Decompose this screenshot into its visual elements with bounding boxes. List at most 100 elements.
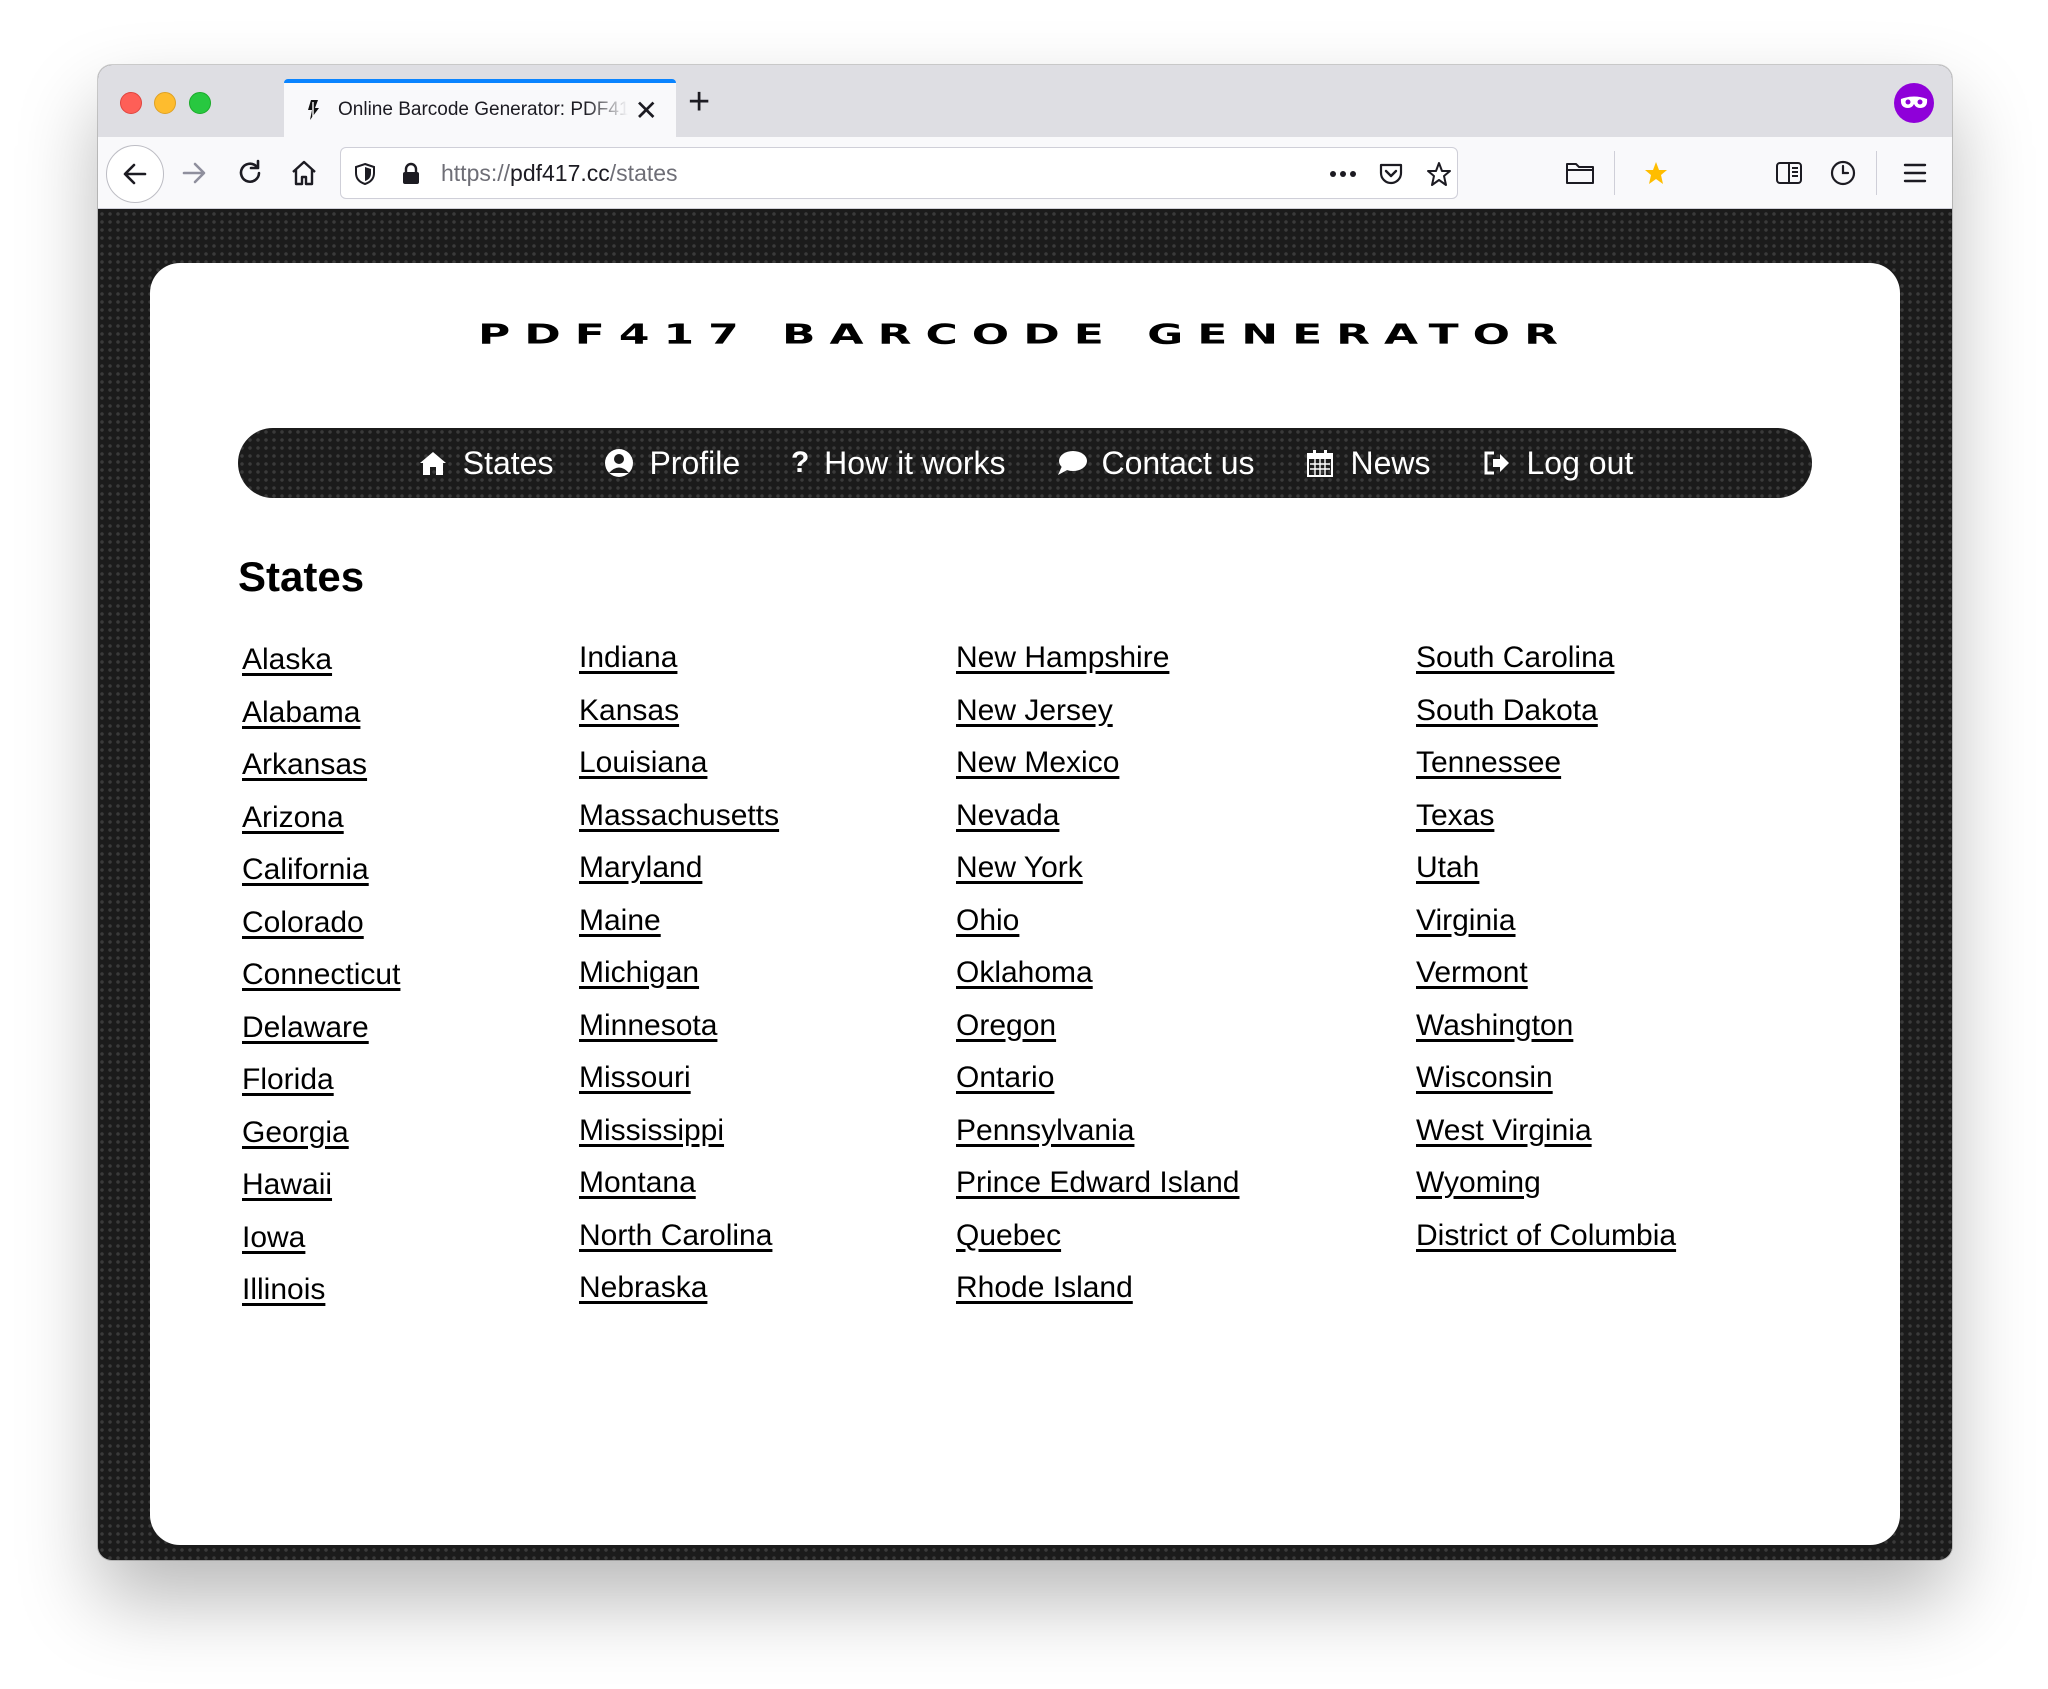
state-link[interactable]: Indiana bbox=[579, 641, 779, 694]
state-link[interactable]: Arizona bbox=[242, 801, 400, 854]
states-column-4: South Carolina South Dakota Tennessee Texas… bbox=[1416, 641, 1676, 1271]
state-link[interactable]: Wisconsin bbox=[1416, 1061, 1676, 1114]
state-link[interactable]: Prince Edward Island bbox=[956, 1166, 1239, 1219]
private-browsing-mask-icon[interactable] bbox=[1894, 83, 1934, 123]
state-link[interactable]: Maine bbox=[579, 904, 779, 957]
hamburger-menu-icon[interactable] bbox=[1893, 151, 1937, 195]
close-window-button[interactable] bbox=[120, 92, 142, 114]
state-link[interactable]: Missouri bbox=[579, 1061, 779, 1114]
browser-window: Online Barcode Generator: PDF417 ✕ + htt… bbox=[98, 65, 1952, 1560]
state-link[interactable]: South Dakota bbox=[1416, 694, 1676, 747]
state-link[interactable]: Texas bbox=[1416, 799, 1676, 852]
state-link[interactable]: Hawaii bbox=[242, 1168, 400, 1221]
state-link[interactable]: Washington bbox=[1416, 1009, 1676, 1062]
nav-log-out[interactable]: Log out bbox=[1481, 445, 1633, 482]
url-text[interactable]: https://pdf417.cc/states bbox=[441, 160, 678, 187]
logout-icon bbox=[1481, 447, 1513, 479]
state-link[interactable]: Illinois bbox=[242, 1273, 400, 1326]
nav-states[interactable]: States bbox=[417, 445, 553, 482]
state-link[interactable]: South Carolina bbox=[1416, 641, 1676, 694]
main-menu: States Profile ? How it works Contact us… bbox=[238, 428, 1812, 498]
site-favicon-icon bbox=[304, 97, 324, 123]
state-link[interactable]: West Virginia bbox=[1416, 1114, 1676, 1167]
toolbar-divider-2 bbox=[1876, 151, 1877, 195]
state-link[interactable]: Louisiana bbox=[579, 746, 779, 799]
url-scheme: https:// bbox=[441, 159, 511, 186]
minimize-window-button[interactable] bbox=[154, 92, 176, 114]
state-link[interactable]: Tennessee bbox=[1416, 746, 1676, 799]
nav-profile-label: Profile bbox=[649, 444, 741, 481]
state-link[interactable]: Nevada bbox=[956, 799, 1239, 852]
zoom-window-button[interactable] bbox=[189, 92, 211, 114]
state-link[interactable]: Nebraska bbox=[579, 1271, 779, 1324]
state-link[interactable]: Maryland bbox=[579, 851, 779, 904]
state-link[interactable]: District of Columbia bbox=[1416, 1219, 1676, 1272]
state-link[interactable]: Iowa bbox=[242, 1221, 400, 1274]
page-actions-icon[interactable] bbox=[1329, 160, 1357, 188]
history-clock-icon[interactable] bbox=[1821, 151, 1865, 195]
nav-how-it-works-label: How it works bbox=[824, 444, 1006, 481]
site-logo[interactable]: PDF417 BARCODE GENERATOR bbox=[150, 319, 1900, 351]
state-link[interactable]: Utah bbox=[1416, 851, 1676, 904]
state-link[interactable]: North Carolina bbox=[579, 1219, 779, 1272]
nav-profile[interactable]: Profile bbox=[603, 445, 740, 482]
states-column-2: Indiana Kansas Louisiana Massachusetts Maryl… bbox=[579, 641, 779, 1324]
state-link[interactable]: Arkansas bbox=[242, 748, 400, 801]
content-card: PDF417 BARCODE GENERATOR States Profile … bbox=[150, 263, 1900, 1545]
nav-news-label: News bbox=[1350, 444, 1431, 481]
state-link[interactable]: Alaska bbox=[242, 643, 400, 696]
reader-view-icon[interactable] bbox=[1767, 151, 1811, 195]
tracking-shield-icon[interactable] bbox=[351, 160, 379, 188]
state-link[interactable]: Pennsylvania bbox=[956, 1114, 1239, 1167]
state-link[interactable]: Ontario bbox=[956, 1061, 1239, 1114]
nav-how-it-works[interactable]: ? How it works bbox=[790, 444, 1006, 482]
state-link[interactable]: Georgia bbox=[242, 1116, 400, 1169]
state-link[interactable]: Florida bbox=[242, 1063, 400, 1116]
home-button[interactable] bbox=[282, 151, 326, 195]
state-link[interactable]: Colorado bbox=[242, 906, 400, 959]
new-tab-button[interactable]: + bbox=[688, 83, 710, 121]
nav-contact-us-label: Contact us bbox=[1101, 444, 1255, 481]
state-link[interactable]: Vermont bbox=[1416, 956, 1676, 1009]
state-link[interactable]: Montana bbox=[579, 1166, 779, 1219]
state-link[interactable]: Quebec bbox=[956, 1219, 1239, 1272]
state-link[interactable]: Oregon bbox=[956, 1009, 1239, 1062]
tab-title: Online Barcode Generator: PDF417 bbox=[338, 99, 628, 120]
active-tab[interactable]: Online Barcode Generator: PDF417 ✕ bbox=[284, 79, 676, 137]
states-column-3: New Hampshire New Jersey New Mexico Nevada N… bbox=[956, 641, 1239, 1324]
calendar-icon bbox=[1304, 447, 1336, 479]
reload-button[interactable] bbox=[228, 151, 272, 195]
state-link[interactable]: Minnesota bbox=[579, 1009, 779, 1062]
state-link[interactable]: Oklahoma bbox=[956, 956, 1239, 1009]
forward-button[interactable] bbox=[172, 151, 216, 195]
close-tab-icon[interactable]: ✕ bbox=[635, 97, 658, 125]
question-icon: ? bbox=[790, 446, 810, 479]
state-link[interactable]: Rhode Island bbox=[956, 1271, 1239, 1324]
state-link[interactable]: Virginia bbox=[1416, 904, 1676, 957]
address-bar[interactable]: https://pdf417.cc/states bbox=[340, 147, 1458, 199]
state-link[interactable]: New York bbox=[956, 851, 1239, 904]
state-link[interactable]: New Mexico bbox=[956, 746, 1239, 799]
state-link[interactable]: Wyoming bbox=[1416, 1166, 1676, 1219]
state-link[interactable]: Kansas bbox=[579, 694, 779, 747]
state-link[interactable]: Michigan bbox=[579, 956, 779, 1009]
url-path: /states bbox=[609, 159, 678, 186]
library-folder-icon[interactable] bbox=[1558, 151, 1602, 195]
back-button[interactable] bbox=[106, 145, 164, 203]
state-link[interactable]: Delaware bbox=[242, 1011, 400, 1064]
home-icon bbox=[417, 447, 449, 479]
state-link[interactable]: New Hampshire bbox=[956, 641, 1239, 694]
nav-contact-us[interactable]: Contact us bbox=[1056, 444, 1255, 482]
bookmark-star-outline-icon[interactable] bbox=[1425, 160, 1453, 188]
state-link[interactable]: New Jersey bbox=[956, 694, 1239, 747]
state-link[interactable]: Connecticut bbox=[242, 958, 400, 1011]
nav-news[interactable]: News bbox=[1304, 444, 1431, 482]
state-link[interactable]: Alabama bbox=[242, 696, 400, 749]
state-link[interactable]: Massachusetts bbox=[579, 799, 779, 852]
lock-icon[interactable] bbox=[397, 160, 425, 188]
state-link[interactable]: California bbox=[242, 853, 400, 906]
pocket-icon[interactable] bbox=[1377, 160, 1405, 188]
bookmark-star-filled-icon[interactable] bbox=[1634, 151, 1678, 195]
state-link[interactable]: Mississippi bbox=[579, 1114, 779, 1167]
state-link[interactable]: Ohio bbox=[956, 904, 1239, 957]
